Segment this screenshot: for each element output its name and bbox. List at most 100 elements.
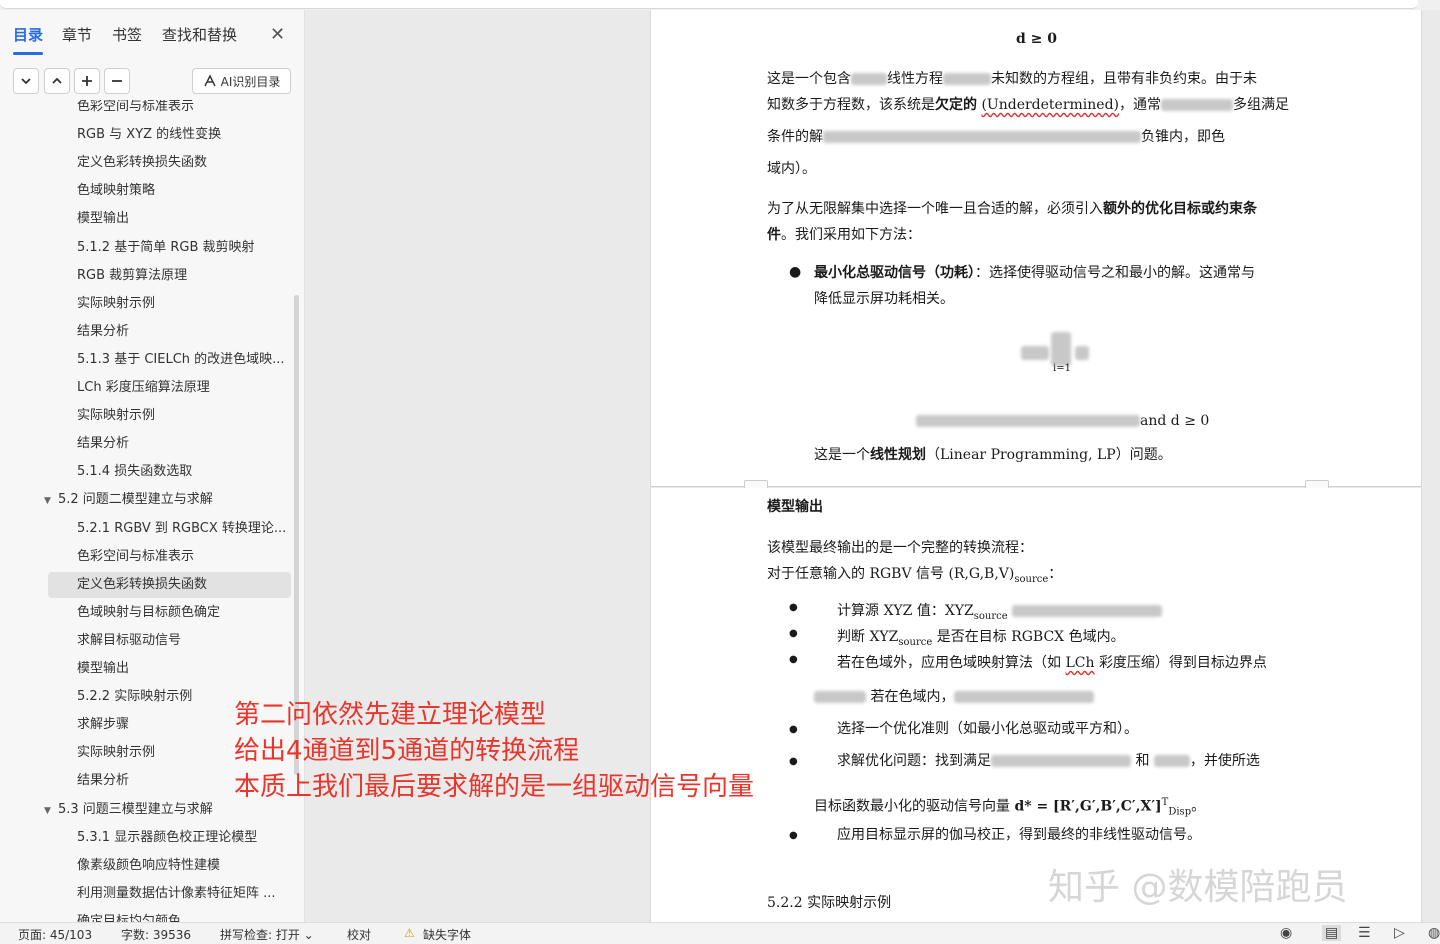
- nav-tabs: 目录 章节 书签 查找和替换 ✕: [0, 10, 304, 60]
- bullet-text: 若在色域内，: [814, 684, 1095, 710]
- bullet-icon: ●: [789, 654, 798, 665]
- page-view-icon[interactable]: ▤: [1322, 925, 1342, 941]
- bullet-icon: ●: [789, 602, 798, 613]
- toc-item-label: RGB 裁剪算法原理: [77, 267, 188, 283]
- active-tab-indicator: [13, 52, 43, 55]
- toc-item[interactable]: 模型输出: [77, 206, 287, 232]
- globe-icon[interactable]: ◍: [1428, 925, 1440, 941]
- toc-item[interactable]: 模型输出: [77, 656, 287, 682]
- toc-item[interactable]: 定义色彩转换损失函数: [77, 150, 287, 176]
- toc-item[interactable]: 色域映射策略: [77, 178, 287, 204]
- spell-check-toggle[interactable]: 拼写检查: 打开 ⌄: [220, 926, 314, 943]
- annotation-line: 本质上我们最后要求解的是一组驱动信号向量: [234, 772, 755, 802]
- toc-item-label: RGB 与 XYZ 的线性变换: [77, 127, 222, 143]
- bullet-icon: ●: [789, 724, 798, 735]
- toc-section-item[interactable]: ▼ 5.2 问题二模型建立与求解: [44, 487, 284, 513]
- toc-item-label: 像素级颜色响应特性建模: [77, 857, 221, 873]
- bullet-text: 应用目标显示屏的伽马校正，得到最终的非线性驱动信号。: [837, 827, 1201, 843]
- ai-button-label: AI识别目录: [220, 74, 281, 89]
- top-ruler-strip: [0, 0, 1440, 10]
- paragraph-line: 对于任意输入的 RGBV 信号 (R,G,B,V)source：: [767, 566, 1063, 585]
- toc-item[interactable]: 结果分析: [77, 319, 287, 345]
- toc-item-label: LCh 彩度压缩算法原理: [77, 380, 210, 395]
- equation-subject-to: and d ≥ 0: [916, 408, 1209, 434]
- toc-item-label: 5.1.4 损失函数选取: [77, 464, 193, 480]
- toc-item-label: 实际映射示例: [77, 295, 156, 311]
- toc-item-label: 求解步骤: [77, 717, 130, 733]
- paragraph-line: 件。我们采用如下方法：: [767, 227, 921, 243]
- paragraph-line: 条件的解 负锥内，即色: [767, 129, 1225, 145]
- bullet-icon: ●: [789, 264, 802, 280]
- expand-triangle-icon[interactable]: ▼: [44, 488, 58, 513]
- tab-toc[interactable]: 目录: [13, 24, 43, 45]
- toc-item[interactable]: 色彩空间与标准表示: [77, 100, 287, 120]
- tab-chapters[interactable]: 章节: [62, 24, 92, 45]
- play-icon[interactable]: ▷: [1394, 925, 1405, 941]
- document-page: d ≥ 0 这是一个包含 线性方程 未知数的方程组，且带有非负约束。由于未 知数多于…: [650, 10, 1422, 487]
- toc-item[interactable]: 结果分析: [77, 431, 287, 457]
- toc-item-label: 定义色彩转换损失函数: [77, 155, 208, 171]
- toc-item-label: 5.1.2 基于简单 RGB 裁剪映射: [77, 239, 255, 255]
- toc-item[interactable]: 5.3.1 显示器颜色校正理论模型: [77, 825, 287, 851]
- page-indicator[interactable]: 页面: 45/103: [18, 926, 92, 943]
- proofread-button[interactable]: 校对: [347, 926, 371, 943]
- toc-item-label: 模型输出: [77, 661, 130, 676]
- toc-item[interactable]: 色域映射与目标颜色确定: [77, 600, 287, 626]
- toc-item[interactable]: RGB 与 XYZ 的线性变换: [77, 122, 287, 148]
- add-heading-button[interactable]: [74, 68, 100, 94]
- toc-item-label: 5.2 问题二模型建立与求解: [58, 492, 213, 508]
- toc-item[interactable]: 确定目标均匀颜色: [77, 909, 287, 922]
- toc-item[interactable]: 求解目标驱动信号: [77, 628, 287, 654]
- toc-toolbar: AI识别目录: [0, 68, 304, 98]
- toc-item[interactable]: 定义色彩转换损失函数: [48, 571, 291, 598]
- toc-item[interactable]: 5.1.3 基于 CIELCh 的改进色域映...: [77, 347, 287, 373]
- expand-triangle-icon[interactable]: ▼: [44, 798, 58, 823]
- watermark: 知乎 @数模陪跑员: [1048, 867, 1348, 908]
- paragraph-line: 这是一个包含 线性方程 未知数的方程组，且带有非负约束。由于未: [767, 71, 1257, 87]
- eye-icon[interactable]: ◉: [1280, 925, 1292, 941]
- toc-item-label: 确定目标均匀颜色: [77, 913, 182, 922]
- toc-item[interactable]: 5.1.4 损失函数选取: [77, 459, 287, 485]
- toc-item[interactable]: 利用测量数据估计像素特征矩阵 ...: [77, 881, 287, 907]
- toc-item[interactable]: RGB 裁剪算法原理: [77, 263, 287, 289]
- annotation-line: 给出4通道到5通道的转换流程: [234, 736, 580, 766]
- collapse-down-button[interactable]: [13, 68, 39, 94]
- toc-item[interactable]: 色彩空间与标准表示: [77, 544, 287, 570]
- warning-icon: ⚠: [404, 926, 415, 940]
- toc-item[interactable]: 实际映射示例: [77, 403, 287, 429]
- toc-item-label: 求解目标驱动信号: [77, 632, 182, 648]
- toc-item[interactable]: 5.1.2 基于简单 RGB 裁剪映射: [77, 235, 287, 261]
- bullet-icon: ●: [789, 628, 798, 639]
- remove-heading-button[interactable]: [104, 68, 130, 94]
- ai-recognize-toc-button[interactable]: AI识别目录: [192, 68, 291, 94]
- toc-item-label: 结果分析: [77, 323, 130, 339]
- section-heading: 模型输出: [767, 499, 823, 515]
- bullet-text: 最小化总驱动信号（功耗）：选择使得驱动信号之和最小的解。这通常与: [814, 265, 1255, 281]
- toc-item-label: 色域映射与目标颜色确定: [77, 604, 221, 620]
- toc-item[interactable]: 像素级颜色响应特性建模: [77, 853, 287, 879]
- collapse-up-button[interactable]: [44, 68, 70, 94]
- ruler: [0, 0, 1418, 9]
- toc-item-label: 结果分析: [77, 436, 130, 452]
- section-heading: 5.2.2 实际映射示例: [767, 895, 892, 911]
- word-count[interactable]: 字数: 39536: [121, 926, 191, 943]
- bullet-icon: ●: [789, 830, 798, 841]
- toc-item[interactable]: 实际映射示例: [77, 291, 287, 317]
- equation-nonneg: d ≥ 0: [1016, 31, 1058, 47]
- toc-item-label: 结果分析: [77, 773, 130, 789]
- toc-item[interactable]: LCh 彩度压缩算法原理: [77, 375, 287, 401]
- bullet-text: 若在色域外，应用色域映射算法（如 LCh 彩度压缩）得到目标边界点: [837, 655, 1267, 671]
- tab-find-replace[interactable]: 查找和替换: [162, 24, 237, 45]
- paragraph-line: 为了从无限解集中选择一个唯一且合适的解，必须引入额外的优化目标或约束条: [767, 201, 1257, 217]
- close-icon[interactable]: ✕: [270, 24, 285, 45]
- toc-item-label: 5.2.1 RGBV 到 RGBCX 转换理论...: [77, 520, 287, 536]
- missing-fonts-button[interactable]: 缺失字体: [423, 926, 471, 943]
- toc-item[interactable]: 5.2.1 RGBV 到 RGBCX 转换理论...: [77, 516, 287, 542]
- equation-sum: i=1: [1021, 332, 1091, 380]
- tab-bookmarks[interactable]: 书签: [112, 24, 142, 45]
- toc-item-label: 5.3.1 显示器颜色校正理论模型: [77, 829, 258, 845]
- lp-sentence: 这是一个线性规划（Linear Programming, LP）问题。: [814, 447, 1172, 463]
- chevron-up-icon: [52, 77, 62, 84]
- outline-view-icon[interactable]: ☰: [1358, 925, 1371, 941]
- document-page: 模型输出 该模型最终输出的是一个完整的转换流程： 对于任意输入的 RGBV 信号…: [650, 488, 1422, 922]
